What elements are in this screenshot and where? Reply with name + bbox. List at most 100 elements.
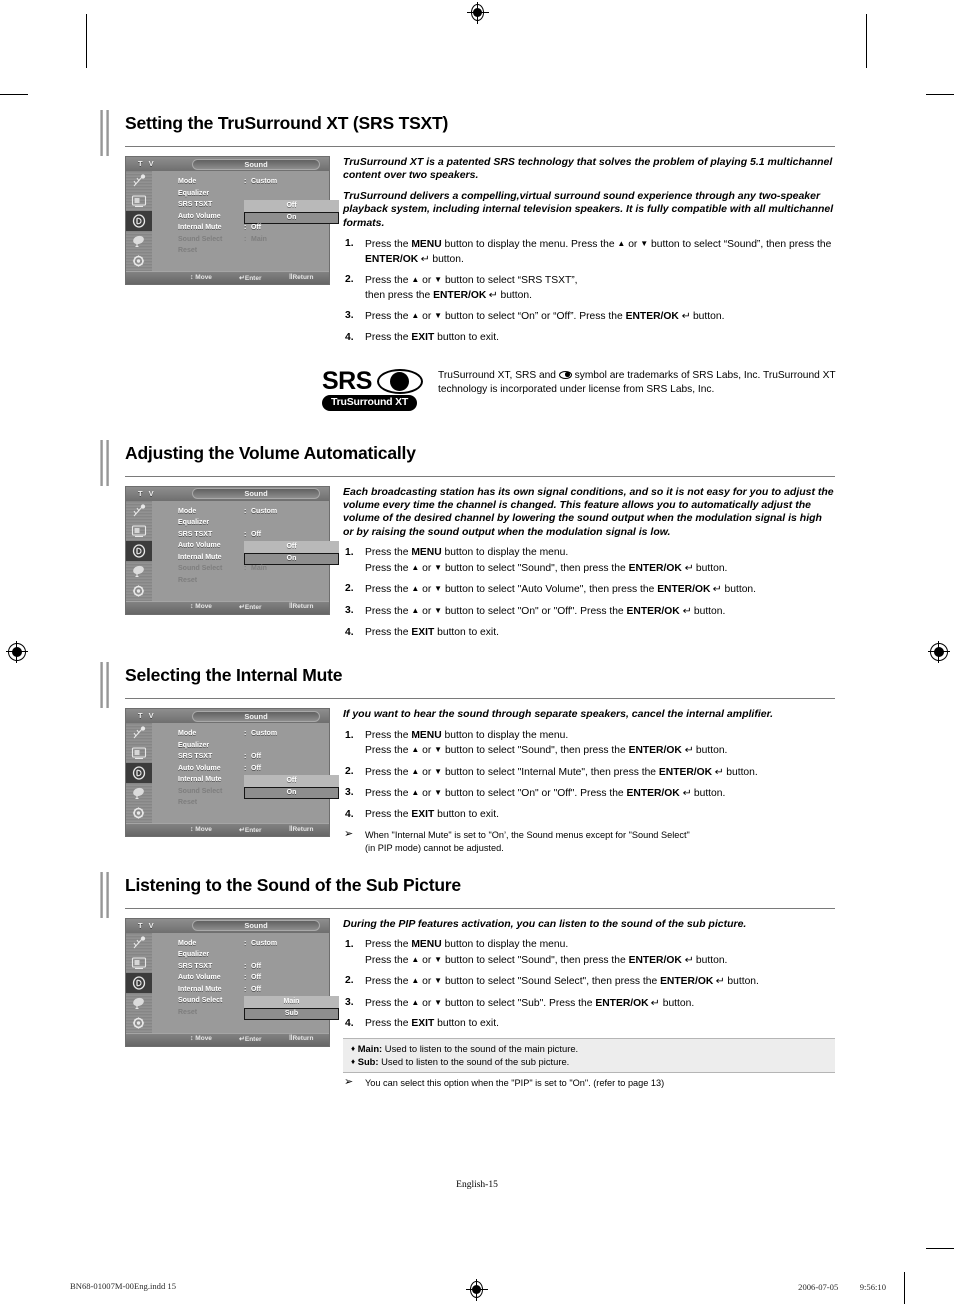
srs-eye-icon — [377, 368, 423, 394]
step-number: 4. — [345, 1018, 354, 1030]
osd-header: T V Sound — [126, 486, 329, 501]
osd-menu-sub-picture-sound: T V Sound Mode: Custom Equalizer SRS TSXT: Off… — [125, 917, 339, 1047]
heading-bars-icon — [100, 439, 113, 486]
osd-row[interactable]: SRS TSXT: Off — [152, 962, 329, 974]
osd-icon-setup-icon[interactable] — [126, 993, 152, 1013]
step-number: 3. — [345, 605, 354, 616]
osd-row-value: Custom — [251, 507, 278, 515]
osd-guide-return: ‖Return — [289, 273, 314, 281]
section-body: T V Sound Mode: Custom Equalizer SRS TSXT: Off… — [100, 485, 835, 647]
osd-icon-gear-icon[interactable] — [126, 1013, 152, 1033]
osd-icon-sound-icon[interactable] — [126, 540, 152, 561]
osd-icon-antenna-icon[interactable] — [126, 933, 152, 953]
osd-header: T V Sound — [126, 918, 329, 933]
osd-row[interactable]: Reset — [152, 246, 329, 258]
osd-row[interactable]: Internal Mute: Off — [152, 985, 329, 997]
osd-row[interactable]: Auto Volume: Off — [152, 973, 329, 985]
osd-row[interactable]: Internal Mute: Off — [152, 223, 329, 235]
osd-guide-move: ↕ Move — [190, 1035, 212, 1043]
osd-row[interactable]: SRS TSXT: Off — [152, 530, 329, 542]
osd-option-selected[interactable]: On — [244, 211, 339, 224]
section-sub-picture-sound: Listening to the Sound of the Sub Pictur… — [100, 871, 835, 1091]
osd-row-label: Mode — [178, 178, 197, 185]
osd-icon-sound-icon[interactable] — [126, 763, 152, 784]
osd-row[interactable]: Mode: Custom — [152, 507, 329, 519]
osd-option-list: Mode:CustomEqualizerSRS TSXT:OffAuto Vol… — [152, 932, 339, 1033]
registration-mark-bottom — [466, 1279, 488, 1301]
page-content: Setting the TruSurround XT (SRS TSXT) T V… — [100, 110, 835, 1106]
section-text-column: If you want to hear the sound through se… — [343, 708, 835, 855]
osd-row[interactable]: Equalizer — [152, 518, 329, 530]
osd-icon-setup-icon[interactable] — [126, 561, 152, 581]
osd-icon-setup-icon[interactable] — [126, 231, 152, 251]
osd-option-highlight[interactable]: Main — [244, 996, 339, 1008]
osd-icon-sound-icon[interactable] — [126, 211, 152, 231]
osd-icon-gear-icon[interactable] — [126, 251, 152, 271]
section-lead-paragraph: Each broadcasting station has its own si… — [343, 485, 834, 538]
osd-row-label: Mode — [178, 939, 197, 947]
osd-guide-bar: ↕ Move ↵Enter ‖Return — [126, 600, 329, 614]
osd-row[interactable]: Equalizer — [152, 950, 329, 962]
section-title: Listening to the Sound of the Sub Pictur… — [125, 874, 461, 895]
srs-trademark-block: SRS TruSurround XT TruSurround XT, SRS and… — [100, 367, 835, 424]
osd-row[interactable]: Equalizer — [152, 741, 329, 753]
info-box: ♦ Main: Used to listen to the sound of t… — [343, 1037, 835, 1073]
osd-icon-antenna-icon[interactable] — [126, 723, 152, 743]
osd-row-label: Equalizer — [178, 519, 210, 527]
osd-icon-picture-icon[interactable] — [126, 743, 152, 763]
step-item: 1. Press the MENU button to display the m… — [345, 729, 728, 757]
osd-row[interactable]: Mode: Custom — [152, 729, 329, 741]
osd-row-colon: : — [244, 974, 247, 982]
osd-guide-enter: ↵Enter — [239, 826, 262, 834]
osd-icon-setup-icon[interactable] — [126, 783, 152, 803]
section-body: T V Sound Mode: Custom Equalizer SRS TSXT: Off… — [100, 708, 835, 855]
osd-icon-antenna-icon[interactable] — [126, 171, 152, 191]
osd-option-highlight[interactable]: Off — [244, 775, 339, 787]
step-item: 4. Press the EXIT button to exit. — [343, 331, 835, 346]
osd-row-label: Reset — [178, 1008, 198, 1016]
osd-body: Mode:CustomEqualizerSRS TSXT:OffAuto Vol… — [126, 932, 339, 1033]
footer-timestamp: 2006-07-05 9:56:10 — [798, 1282, 886, 1292]
osd-icon-picture-icon[interactable] — [126, 953, 152, 973]
step-item: 1. Press the MENU button to display the m… — [345, 238, 832, 265]
osd-guide-move: ↕ Move — [190, 603, 212, 611]
osd-row[interactable]: Mode: Custom — [152, 177, 329, 189]
osd-option-highlight[interactable]: Off — [244, 541, 339, 553]
osd-row[interactable]: Reset — [152, 576, 329, 588]
step-item: 2. Press the ▲ or ▼ button to select "Aut… — [345, 583, 757, 596]
osd-row-label: Auto Volume — [178, 974, 221, 982]
bullet-icon: ♦ — [351, 1043, 356, 1053]
osd-option-highlight[interactable]: Off — [244, 200, 339, 212]
osd-row[interactable]: Sound Select: Main — [152, 564, 329, 576]
section-lead-paragraph: During the PIP features activation, you … — [343, 917, 747, 930]
osd-row[interactable]: Mode: Custom — [152, 939, 329, 951]
osd-icon-gear-icon[interactable] — [126, 581, 152, 601]
osd-option-selected[interactable]: On — [244, 552, 339, 565]
section-lead-paragraph: TruSurround XT is a patented SRS technol… — [343, 156, 833, 182]
osd-row[interactable]: Reset — [152, 798, 329, 810]
osd-option-selected[interactable]: Sub — [244, 1007, 339, 1020]
osd-row-label: Internal Mute — [178, 776, 222, 784]
section-steps: 1. Press the MENU button to display the m… — [343, 729, 835, 823]
osd-icon-picture-icon[interactable] — [126, 521, 152, 541]
osd-guide-bar: ↕ Move ↵Enter ‖Return — [126, 823, 329, 837]
osd-icon-rail — [126, 932, 152, 1033]
crop-mark-right-upper — [926, 94, 954, 96]
osd-option-list: Mode:CustomEqualizerSRS TSXT:OffAuto Vol… — [152, 500, 339, 601]
registration-mark-left — [6, 641, 28, 663]
osd-row-label: Reset — [178, 799, 198, 807]
osd-icon-gear-icon[interactable] — [126, 803, 152, 823]
osd-row-colon: : — [244, 224, 247, 231]
heading-bars-icon — [100, 871, 113, 918]
osd-icon-sound-icon[interactable] — [126, 972, 152, 993]
osd-icon-antenna-icon[interactable] — [126, 501, 152, 521]
osd-row[interactable]: Auto Volume: Off — [152, 764, 329, 776]
osd-row[interactable]: SRS TSXT: Off — [152, 752, 329, 764]
osd-row[interactable]: Sound Select: Main — [152, 235, 329, 247]
step-number: 2. — [345, 583, 354, 595]
osd-option-selected[interactable]: On — [244, 786, 339, 799]
osd-row[interactable]: Equalizer — [152, 189, 329, 201]
osd-guide-move: ↕ Move — [190, 273, 212, 281]
osd-icon-picture-icon[interactable] — [126, 191, 152, 211]
